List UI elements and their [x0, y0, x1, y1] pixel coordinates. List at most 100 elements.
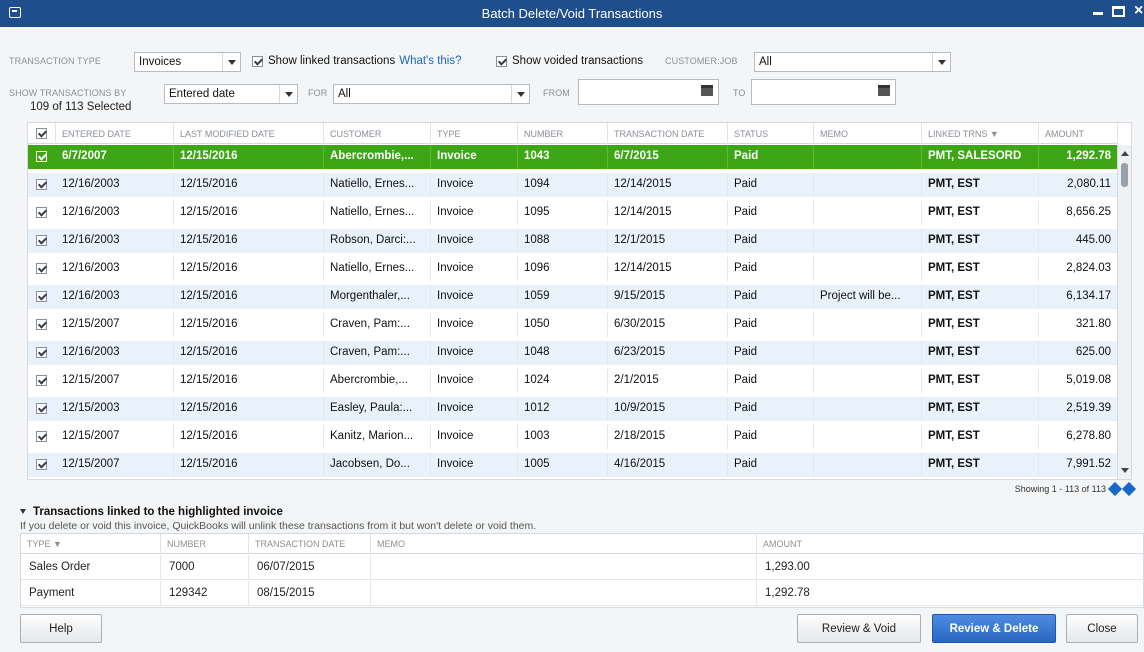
table-row[interactable]: 12/15/2007 12/15/2016 Craven, Pam:... Invoi… [28, 313, 1118, 337]
row-checkbox[interactable] [36, 151, 47, 162]
cell-number: 1024 [518, 369, 608, 393]
row-checkbox[interactable] [36, 207, 47, 218]
row-checkbox[interactable] [36, 235, 47, 246]
calendar-icon[interactable] [701, 85, 713, 96]
table-row[interactable]: 12/16/2003 12/15/2016 Natiello, Ernes... In… [28, 257, 1118, 281]
header-amount[interactable]: AMOUNT [1039, 123, 1118, 144]
whats-this-link[interactable]: What's this? [399, 55, 461, 67]
close-button[interactable]: Close [1066, 614, 1138, 643]
table-row[interactable]: 12/16/2003 12/15/2016 Morgenthaler,... Invo… [28, 285, 1118, 309]
cell-status: Paid [728, 425, 814, 449]
cell-entered: 12/15/2007 [56, 425, 174, 449]
row-checkbox[interactable] [36, 291, 47, 302]
linked-cell-date: 06/07/2015 [249, 555, 371, 580]
cell-type: Invoice [431, 201, 518, 225]
linked-header-memo[interactable]: MEMO [371, 534, 757, 554]
cell-linked: PMT, EST [922, 369, 1039, 393]
table-row[interactable]: 12/15/2007 12/15/2016 Kanitz, Marion... Inv… [28, 425, 1118, 449]
calendar-icon[interactable] [878, 85, 890, 96]
show-voided-toggle[interactable]: Show voided transactions [496, 55, 643, 67]
header-last-modified[interactable]: LAST MODIFIED DATE [174, 123, 324, 144]
header-memo[interactable]: MEMO [814, 123, 922, 144]
scroll-up-icon[interactable] [1121, 151, 1129, 156]
cell-amount: 5,019.08 [1039, 369, 1118, 393]
show-linked-checkbox[interactable] [252, 55, 263, 67]
linked-table-row[interactable]: Payment 129342 08/15/2015 1,292.78 [21, 581, 1144, 606]
to-date-field[interactable] [751, 79, 896, 105]
row-checkbox[interactable] [36, 459, 47, 470]
linked-table-row[interactable]: Sales Order 7000 06/07/2015 1,293.00 [21, 555, 1144, 580]
linked-header-date[interactable]: TRANSACTION DATE [249, 534, 371, 554]
review-delete-button[interactable]: Review & Delete [932, 614, 1056, 643]
transactions-grid: ENTERED DATE LAST MODIFIED DATE CUSTOMER… [27, 122, 1132, 480]
header-transaction-date[interactable]: TRANSACTION DATE [608, 123, 728, 144]
show-voided-checkbox[interactable] [496, 55, 507, 67]
table-row[interactable]: 6/7/2007 12/15/2016 Abercrombie,... Invoice… [28, 145, 1118, 169]
cell-entered: 12/16/2003 [56, 229, 174, 253]
maximize-icon[interactable] [1112, 6, 1125, 17]
row-checkbox[interactable] [36, 403, 47, 414]
cell-memo: Project will be... [814, 285, 922, 309]
next-page-icon[interactable] [1121, 481, 1137, 497]
table-row[interactable]: 12/16/2003 12/15/2016 Natiello, Ernes... In… [28, 173, 1118, 197]
cell-customer: Abercrombie,... [324, 145, 431, 169]
select-all-checkbox[interactable] [36, 128, 47, 139]
minimize-icon[interactable] [1093, 12, 1103, 15]
table-row[interactable]: 12/16/2003 12/15/2016 Natiello, Ernes... In… [28, 201, 1118, 225]
linked-section-toggle[interactable]: Transactions linked to the highlighted i… [20, 506, 283, 518]
linked-header-number[interactable]: NUMBER [161, 534, 249, 554]
header-customer[interactable]: CUSTOMER [324, 123, 431, 144]
cell-linked: PMT, EST [922, 173, 1039, 197]
cell-type: Invoice [431, 257, 518, 281]
scroll-down-icon[interactable] [1121, 468, 1129, 473]
row-checkbox[interactable] [36, 319, 47, 330]
cell-linked: PMT, EST [922, 425, 1039, 449]
linked-header-type[interactable]: TYPE ▼ [21, 534, 161, 554]
row-checkbox[interactable] [36, 179, 47, 190]
cell-status: Paid [728, 173, 814, 197]
header-type[interactable]: TYPE [431, 123, 518, 144]
customer-job-dropdown[interactable]: All [754, 52, 951, 72]
row-checkbox[interactable] [36, 375, 47, 386]
show-by-dropdown[interactable]: Entered date [164, 84, 298, 104]
review-void-button[interactable]: Review & Void [797, 614, 921, 643]
row-checkbox[interactable] [36, 263, 47, 274]
cell-memo [814, 257, 922, 281]
show-linked-toggle[interactable]: Show linked transactions What's this? [252, 55, 462, 67]
from-date-field[interactable] [578, 79, 719, 105]
row-checkbox[interactable] [36, 431, 47, 442]
cell-modified: 12/15/2016 [174, 229, 324, 253]
linked-header-amount[interactable]: AMOUNT [757, 534, 1144, 554]
table-row[interactable]: 12/16/2003 12/15/2016 Craven, Pam:... Invoi… [28, 341, 1118, 365]
close-icon[interactable]: × [1134, 2, 1143, 20]
table-row[interactable]: 12/15/2003 12/15/2016 Easley, Paula:... Inv… [28, 397, 1118, 421]
table-row[interactable]: 12/16/2003 12/15/2016 Robson, Darci:... Inv… [28, 229, 1118, 253]
header-status[interactable]: STATUS [728, 123, 814, 144]
cell-txn-date: 4/16/2015 [608, 453, 728, 477]
cell-status: Paid [728, 397, 814, 421]
header-number[interactable]: NUMBER [518, 123, 608, 144]
header-entered-date[interactable]: ENTERED DATE [56, 123, 174, 144]
cell-linked: PMT, SALESORD [922, 145, 1039, 169]
scroll-thumb[interactable] [1121, 163, 1128, 187]
header-linked-trns[interactable]: LINKED TRNS ▼ [922, 123, 1039, 144]
prev-page-icon[interactable] [1107, 481, 1123, 497]
row-checkbox[interactable] [36, 347, 47, 358]
select-all-header[interactable] [28, 123, 56, 144]
cell-number: 1094 [518, 173, 608, 197]
cell-amount: 321.80 [1039, 313, 1118, 337]
cell-customer: Jacobsen, Do... [324, 453, 431, 477]
collapse-icon[interactable] [20, 509, 26, 515]
for-dropdown[interactable]: All [333, 84, 530, 104]
vertical-scrollbar[interactable] [1117, 145, 1131, 479]
cell-customer: Easley, Paula:... [324, 397, 431, 421]
transaction-type-dropdown[interactable]: Invoices [134, 52, 241, 72]
table-row[interactable]: 12/15/2007 12/15/2016 Abercrombie,... Invoi… [28, 369, 1118, 393]
table-row[interactable]: 12/15/2007 12/15/2016 Jacobsen, Do... Invoi… [28, 453, 1118, 477]
cell-linked: PMT, EST [922, 201, 1039, 225]
cell-modified: 12/15/2016 [174, 369, 324, 393]
help-button[interactable]: Help [20, 614, 102, 643]
cell-customer: Craven, Pam:... [324, 313, 431, 337]
cell-customer: Abercrombie,... [324, 369, 431, 393]
cell-modified: 12/15/2016 [174, 201, 324, 225]
